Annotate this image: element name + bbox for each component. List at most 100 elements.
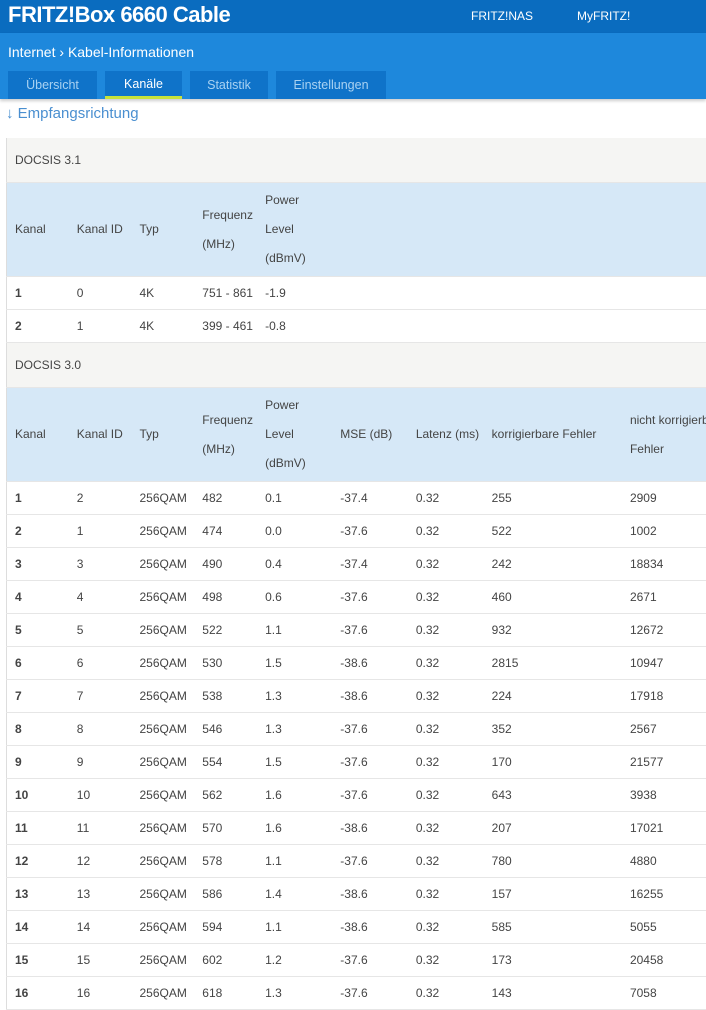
table-row: 1616256QAM6181.3-37.60.321437058: [7, 977, 706, 1010]
cell: 585: [484, 911, 622, 944]
table-row: 1515256QAM6021.2-37.60.3217320458: [7, 944, 706, 977]
cell: 0.32: [408, 614, 484, 647]
cell: 554: [194, 746, 257, 779]
table-row: 214K399 - 461-0.8: [7, 310, 706, 343]
cell: 1.4: [257, 878, 332, 911]
cell: 0.32: [408, 482, 484, 515]
cell: 17918: [622, 680, 706, 713]
table-row: 21256QAM4740.0-37.60.325221002: [7, 515, 706, 548]
cell: 522: [484, 515, 622, 548]
cell: 1: [69, 515, 132, 548]
breadcrumb-internet[interactable]: Internet: [8, 44, 55, 60]
cell-filler: [332, 277, 706, 310]
cell: 352: [484, 713, 622, 746]
tab-statistik[interactable]: Statistik: [190, 71, 268, 99]
table-row: 77256QAM5381.3-38.60.3222417918: [7, 680, 706, 713]
table-row: 99256QAM5541.5-37.60.3217021577: [7, 746, 706, 779]
breadcrumb: Internet › Kabel-Informationen: [8, 44, 194, 60]
column-header: nicht korrigierbareFehler: [622, 388, 706, 482]
cell: 255: [484, 482, 622, 515]
cell: -37.4: [332, 548, 408, 581]
cell: -37.6: [332, 845, 408, 878]
cell: 4K: [132, 277, 195, 310]
cell: 1: [69, 310, 132, 343]
cell: 256QAM: [132, 845, 195, 878]
cell: 15: [7, 944, 69, 977]
column-header: Kanal ID: [69, 183, 132, 277]
cell: 4K: [132, 310, 195, 343]
cell: 0.32: [408, 581, 484, 614]
cell: 256QAM: [132, 680, 195, 713]
table-row: 1212256QAM5781.1-37.60.327804880: [7, 845, 706, 878]
cell: 143: [484, 977, 622, 1010]
top-bar: FRITZ!Box 6660 Cable FRITZ!NAS MyFRITZ!: [0, 0, 706, 33]
column-header: Frequenz(MHz): [194, 183, 257, 277]
cell: -37.4: [332, 482, 408, 515]
cell: 170: [484, 746, 622, 779]
cell: -37.6: [332, 713, 408, 746]
tab-bar: Übersicht Kanäle Statistik Einstellungen: [8, 71, 386, 99]
cell: 0.32: [408, 845, 484, 878]
cell: 1.3: [257, 977, 332, 1010]
cell: 1.6: [257, 779, 332, 812]
cell: 399 - 461: [194, 310, 257, 343]
myfritz-link[interactable]: MyFRITZ!: [577, 9, 630, 23]
cell: 14: [7, 911, 69, 944]
cell: -37.6: [332, 515, 408, 548]
cell: 586: [194, 878, 257, 911]
column-header: Frequenz(MHz): [194, 388, 257, 482]
cell: 256QAM: [132, 581, 195, 614]
cell: 643: [484, 779, 622, 812]
cell: -38.6: [332, 680, 408, 713]
cell: 256QAM: [132, 647, 195, 680]
fritz-nas-link[interactable]: FRITZ!NAS: [471, 9, 533, 23]
cell: 0.4: [257, 548, 332, 581]
cell: 7058: [622, 977, 706, 1010]
cell: 207: [484, 812, 622, 845]
cell: 4880: [622, 845, 706, 878]
header-row: KanalKanal IDTypFrequenz(MHz)PowerLevel(…: [7, 183, 706, 277]
chevron-right-icon: ›: [59, 44, 64, 60]
cell: 16: [7, 977, 69, 1010]
cell: 256QAM: [132, 878, 195, 911]
tab-kanaele[interactable]: Kanäle: [105, 71, 182, 99]
cell: -37.6: [332, 746, 408, 779]
cell: 1.1: [257, 845, 332, 878]
cell: 0: [69, 277, 132, 310]
cell: -37.6: [332, 614, 408, 647]
cell: 2815: [484, 647, 622, 680]
cell: 256QAM: [132, 548, 195, 581]
cell: 9: [7, 746, 69, 779]
tab-einstellungen[interactable]: Einstellungen: [276, 71, 386, 99]
tab-uebersicht[interactable]: Übersicht: [8, 71, 97, 99]
cell: 0.32: [408, 911, 484, 944]
cell: 15: [69, 944, 132, 977]
cell: 546: [194, 713, 257, 746]
table-row: 12256QAM4820.1-37.40.322552909: [7, 482, 706, 515]
cell: 0.32: [408, 944, 484, 977]
cell: -0.8: [257, 310, 332, 343]
cell: 1.1: [257, 911, 332, 944]
cell: 21577: [622, 746, 706, 779]
cell: 224: [484, 680, 622, 713]
cell: 602: [194, 944, 257, 977]
cell: 157: [484, 878, 622, 911]
cell: 12: [69, 845, 132, 878]
cell: 17021: [622, 812, 706, 845]
cell: 1.3: [257, 713, 332, 746]
cell: 482: [194, 482, 257, 515]
column-header: Kanal ID: [69, 388, 132, 482]
cell: 0.32: [408, 680, 484, 713]
cell: 7: [7, 680, 69, 713]
cell: 3: [7, 548, 69, 581]
cell: 7: [69, 680, 132, 713]
cell: 0.1: [257, 482, 332, 515]
cell: 256QAM: [132, 746, 195, 779]
header-filler: [332, 183, 706, 277]
cell: 490: [194, 548, 257, 581]
table-row: 66256QAM5301.5-38.60.32281510947: [7, 647, 706, 680]
cell: 530: [194, 647, 257, 680]
cell: 4: [69, 581, 132, 614]
cell: 2909: [622, 482, 706, 515]
cell: 0.6: [257, 581, 332, 614]
